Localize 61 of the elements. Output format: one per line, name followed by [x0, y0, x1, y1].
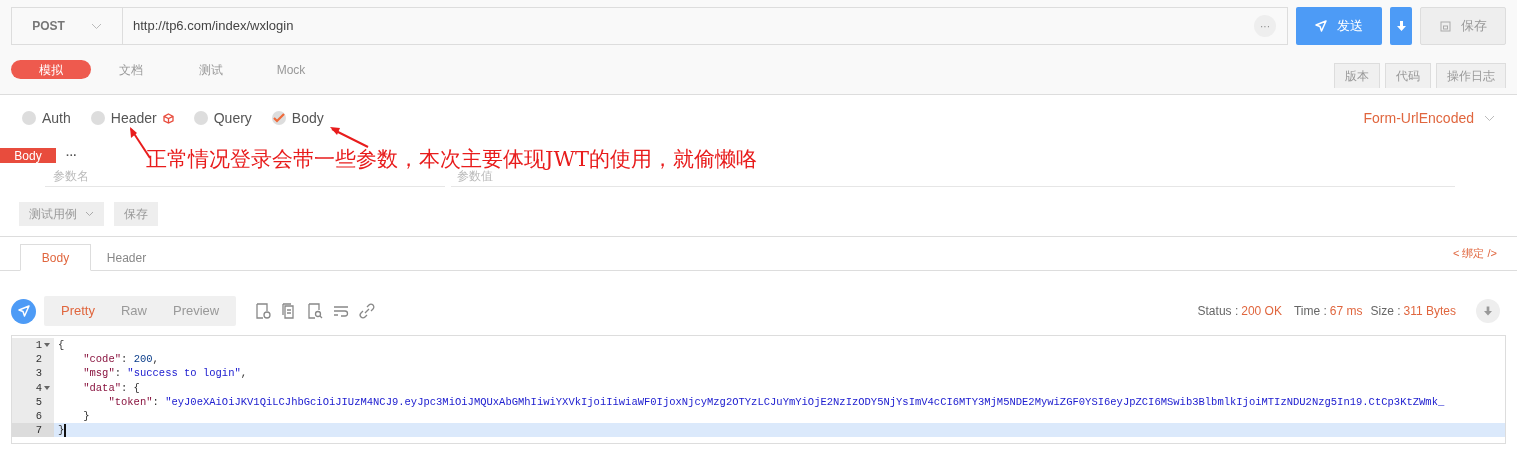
text-cursor [64, 423, 67, 437]
arrow-icon [329, 126, 369, 148]
code-line: "data": { [82, 380, 141, 395]
toolbar-tab[interactable]: 操作日志 [1436, 63, 1506, 88]
size-label: Size : [1370, 303, 1401, 320]
download-button[interactable] [1390, 7, 1412, 45]
format-select[interactable]: Form-UrlEncoded [1363, 107, 1495, 129]
save-case-button[interactable]: 保存 [114, 202, 158, 226]
download-icon[interactable] [1476, 299, 1500, 323]
code-line: "token": "eyJ0eXAiOiJKV1QiLCJhbGciOiJIUzM4NCJ9.eyJpc3MiOiJMQUxAbGMhIiwiYXVkIjoiIiwiaWF0IjoxNjcyMzg2OTYzLCJuYmYiOjE2NzIzODY5NjYsImV4cCI6MTY3MjM5NDE2MywiZGF0YSI6eyJpZCI6MSwib3BlbmlkIjoiMTIzNDU2Nzg5In19.CtCp3KtZWmk_ [107, 394, 1446, 409]
param-type-option[interactable]: Query [193, 107, 252, 129]
more-icon: ··· [66, 147, 77, 164]
send-button[interactable]: 发送 [1296, 7, 1382, 45]
chevron-icon [1484, 114, 1495, 122]
chevron-icon [90, 22, 102, 30]
test-case-select[interactable]: 测试用例 [19, 202, 104, 226]
param-type-option[interactable]: Header [90, 107, 174, 129]
tab[interactable]: Mock [251, 60, 331, 79]
response-tab[interactable]: Header [91, 244, 162, 271]
send-icon [11, 298, 36, 324]
line-number: 5 [35, 394, 42, 409]
fold-icon[interactable] [43, 343, 50, 348]
method-select[interactable]: POST [11, 7, 123, 45]
tab[interactable]: 测试 [171, 60, 251, 79]
param-type-option[interactable]: Body [271, 107, 324, 129]
code-line: { [57, 338, 66, 353]
size-value: 311 Bytes [1403, 303, 1456, 320]
send-icon [1315, 20, 1327, 32]
code-line: "code": 200, [82, 352, 160, 367]
chevron-icon [85, 211, 94, 217]
view-mode-tab[interactable]: Pretty [48, 301, 108, 321]
download-icon [1396, 21, 1406, 31]
time-label: Time : [1293, 303, 1327, 320]
time-value: 67 ms [1329, 303, 1363, 320]
search-icon[interactable] [306, 302, 325, 320]
status-value: 200 OK [1241, 303, 1282, 320]
line-number: 6 [35, 409, 42, 424]
fold-icon[interactable] [43, 385, 50, 390]
code-line: } [82, 409, 91, 424]
toolbar-tab[interactable]: 版本 [1334, 63, 1380, 88]
view-mode-tab[interactable]: Raw [107, 301, 160, 321]
bind-link[interactable]: < 绑定 /> [1452, 245, 1497, 262]
body-tag: Body [0, 148, 56, 163]
line-number: 3 [35, 366, 42, 381]
line-number: 7 [35, 423, 42, 438]
doc-icon[interactable] [254, 302, 273, 320]
param-type-option[interactable]: Auth [22, 107, 71, 129]
cube-icon [162, 112, 174, 124]
save-icon [1439, 20, 1451, 32]
tab[interactable]: 模拟 [11, 60, 91, 79]
response-tab[interactable]: Body [20, 244, 91, 271]
toolbar-tab[interactable]: 代码 [1385, 63, 1431, 88]
line-number: 4 [35, 380, 42, 395]
save-button[interactable]: 保存 [1420, 7, 1506, 45]
code-line: "msg": "success to login", [82, 366, 249, 381]
status-label: Status : [1197, 303, 1239, 320]
tab[interactable]: 文档 [91, 60, 171, 79]
link-icon[interactable] [358, 302, 377, 320]
line-number: 2 [35, 352, 42, 367]
view-mode-tab[interactable]: Preview [160, 301, 233, 321]
line-number: 1 [35, 338, 42, 353]
